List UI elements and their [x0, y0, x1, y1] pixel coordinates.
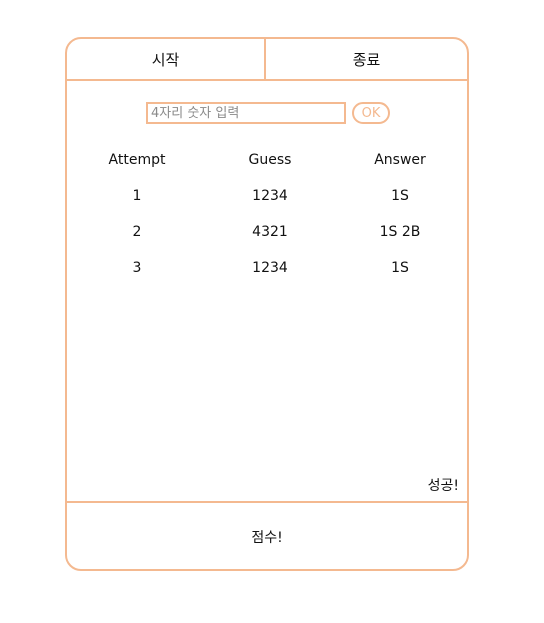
answer-cell: 1S	[391, 260, 409, 276]
guess-cell: 1234	[252, 188, 288, 204]
guess-input-row: OK	[146, 102, 390, 124]
table-row: 3 1234 1S	[67, 250, 467, 286]
table-header-row: Attempt Guess Answer	[67, 142, 467, 178]
column-header-attempt: Attempt	[108, 152, 166, 168]
score-footer: 점수!	[67, 501, 467, 569]
attempt-cell: 2	[132, 224, 142, 240]
answer-cell: 1S	[391, 188, 409, 204]
score-label: 점수!	[251, 530, 283, 546]
column-header-guess: Guess	[248, 152, 292, 168]
attempts-table: Attempt Guess Answer 1 1234 1S 2 4321 1S…	[67, 142, 467, 286]
ok-button[interactable]: OK	[352, 102, 390, 124]
header-tabs: 시작 종료	[67, 39, 467, 81]
result-message: 성공!	[427, 478, 459, 494]
game-panel: 시작 종료 OK Attempt Guess Answer 1 1234 1S …	[65, 37, 469, 571]
attempt-cell: 1	[132, 188, 142, 204]
answer-cell: 1S 2B	[379, 224, 421, 240]
end-button[interactable]: 종료	[266, 39, 467, 79]
attempt-cell: 3	[132, 260, 142, 276]
guess-input[interactable]	[146, 102, 346, 124]
guess-cell: 4321	[252, 224, 288, 240]
table-row: 2 4321 1S 2B	[67, 214, 467, 250]
start-button[interactable]: 시작	[67, 39, 266, 79]
column-header-answer: Answer	[374, 152, 426, 168]
table-row: 1 1234 1S	[67, 178, 467, 214]
guess-cell: 1234	[252, 260, 288, 276]
